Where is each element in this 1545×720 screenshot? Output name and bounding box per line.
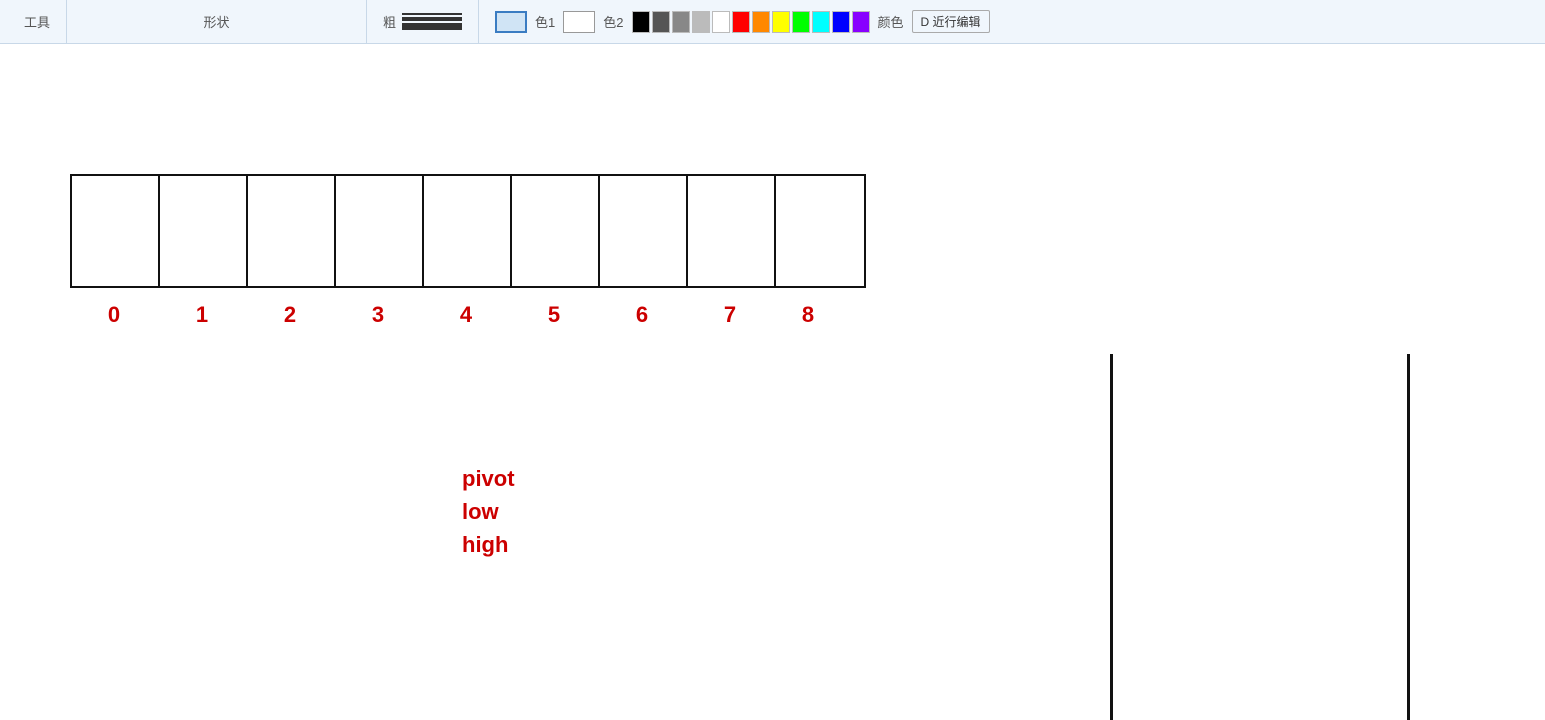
tools-label: 工具 <box>24 12 50 31</box>
color-palette <box>632 11 870 33</box>
array-cell-2 <box>248 176 336 286</box>
color-blue[interactable] <box>832 11 850 33</box>
color-red[interactable] <box>732 11 750 33</box>
index-1: 1 <box>158 302 246 328</box>
index-3: 3 <box>334 302 422 328</box>
index-7: 7 <box>686 302 774 328</box>
color-darkgray[interactable] <box>652 11 670 33</box>
index-4: 4 <box>422 302 510 328</box>
stroke-medium[interactable] <box>402 17 462 21</box>
array-grid <box>70 174 866 288</box>
color-orange[interactable] <box>752 11 770 33</box>
color2-box[interactable] <box>563 11 595 33</box>
color-cyan[interactable] <box>812 11 830 33</box>
stroke-thin[interactable] <box>402 13 462 15</box>
pointer-labels: pivot low high <box>462 462 515 561</box>
stroke-label: 粗 <box>383 12 396 31</box>
index-2: 2 <box>246 302 334 328</box>
color-white[interactable] <box>712 11 730 33</box>
shapes-label: 形状 <box>204 12 230 31</box>
color-lightgray[interactable] <box>692 11 710 33</box>
stroke-section: 粗 <box>367 0 479 43</box>
index-8: 8 <box>764 302 852 328</box>
index-0: 0 <box>70 302 158 328</box>
stroke-thick[interactable] <box>402 23 462 30</box>
bracket-left <box>1110 354 1113 720</box>
color-black[interactable] <box>632 11 650 33</box>
color-section: 色1 色2 颜色 D 近行编辑 <box>479 0 1537 43</box>
color-gray[interactable] <box>672 11 690 33</box>
array-cell-6 <box>600 176 688 286</box>
array-cell-4 <box>424 176 512 286</box>
index-6: 6 <box>598 302 686 328</box>
array-cell-8 <box>776 176 864 286</box>
toolbar: 工具 形状 粗 色1 色2 颜色 D 近行编辑 <box>0 0 1545 44</box>
shapes-section: 形状 <box>67 0 367 43</box>
high-label: high <box>462 528 515 561</box>
color-purple[interactable] <box>852 11 870 33</box>
color-green[interactable] <box>792 11 810 33</box>
array-cell-0 <box>72 176 160 286</box>
index-row: 0 1 2 3 4 5 6 7 8 <box>70 302 866 328</box>
low-label: low <box>462 495 515 528</box>
array-cell-7 <box>688 176 776 286</box>
color-yellow[interactable] <box>772 11 790 33</box>
bracket-right <box>1407 354 1410 720</box>
edit-button[interactable]: D 近行编辑 <box>912 10 990 33</box>
color2-label: 色2 <box>603 12 623 31</box>
array-cell-3 <box>336 176 424 286</box>
index-5: 5 <box>510 302 598 328</box>
color1-label: 色1 <box>535 12 555 31</box>
array-cell-1 <box>160 176 248 286</box>
pivot-label: pivot <box>462 462 515 495</box>
array-cell-5 <box>512 176 600 286</box>
color1-box[interactable] <box>495 11 527 33</box>
canvas-area: 0 1 2 3 4 5 6 7 8 pivot low high <box>0 44 1545 720</box>
array-container: 0 1 2 3 4 5 6 7 8 <box>70 174 866 328</box>
colors-section-label: 颜色 <box>878 12 904 31</box>
bracket-shape <box>1110 354 1410 720</box>
tools-section: 工具 <box>8 0 67 43</box>
